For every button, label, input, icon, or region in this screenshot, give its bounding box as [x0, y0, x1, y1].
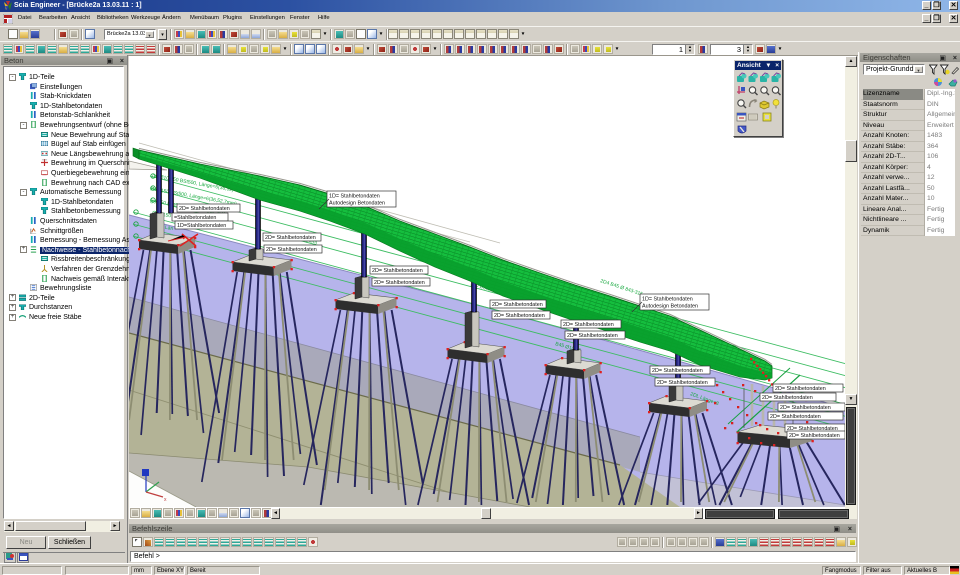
svg-text:2D= Stahlbetondaten: 2D= Stahlbetondaten	[372, 268, 423, 274]
svg-text:Autodesign Betondaten: Autodesign Betondaten	[642, 304, 698, 310]
svg-text:2D= Stahlbetondaten: 2D= Stahlbetondaten	[657, 380, 708, 386]
svg-text:=Stahlbetondaten: =Stahlbetondaten	[174, 215, 216, 221]
svg-text:2D= Stahlbetondaten: 2D= Stahlbetondaten	[266, 247, 317, 253]
svg-text:1D= Stahlbetondaten: 1D= Stahlbetondaten	[329, 194, 380, 200]
svg-text:2D= Stahlbetondaten: 2D= Stahlbetondaten	[265, 235, 316, 241]
svg-text:2D= Stahlbetondaten: 2D= Stahlbetondaten	[492, 302, 543, 308]
svg-text:Autodesign Betondaten: Autodesign Betondaten	[329, 201, 385, 207]
svg-text:2D= Stahlbetondaten: 2D= Stahlbetondaten	[179, 206, 230, 212]
svg-text:2D= Stahlbetondaten: 2D= Stahlbetondaten	[567, 333, 618, 339]
svg-text:2D= Stahlbetondaten: 2D= Stahlbetondaten	[780, 405, 831, 411]
svg-text:2D= Stahlbetondaten: 2D= Stahlbetondaten	[652, 368, 703, 374]
svg-text:2D= Stahlbetondaten: 2D= Stahlbetondaten	[563, 322, 614, 328]
svg-text:2D= Stahlbetondaten: 2D= Stahlbetondaten	[770, 414, 821, 420]
svg-text:2D= Stahlbetondaten: 2D= Stahlbetondaten	[775, 386, 826, 392]
svg-text:2D= Stahlbetondaten: 2D= Stahlbetondaten	[762, 395, 813, 401]
svg-text:2D= Stahlbetondaten: 2D= Stahlbetondaten	[494, 313, 545, 319]
svg-text:1D= Stahlbetondaten: 1D= Stahlbetondaten	[642, 297, 693, 303]
svg-text:1D=Stahlbetondaten: 1D=Stahlbetondaten	[177, 223, 226, 229]
svg-text:2D= Stahlbetondaten: 2D= Stahlbetondaten	[374, 280, 425, 286]
svg-text:2D= Stahlbetondaten: 2D= Stahlbetondaten	[789, 433, 840, 439]
